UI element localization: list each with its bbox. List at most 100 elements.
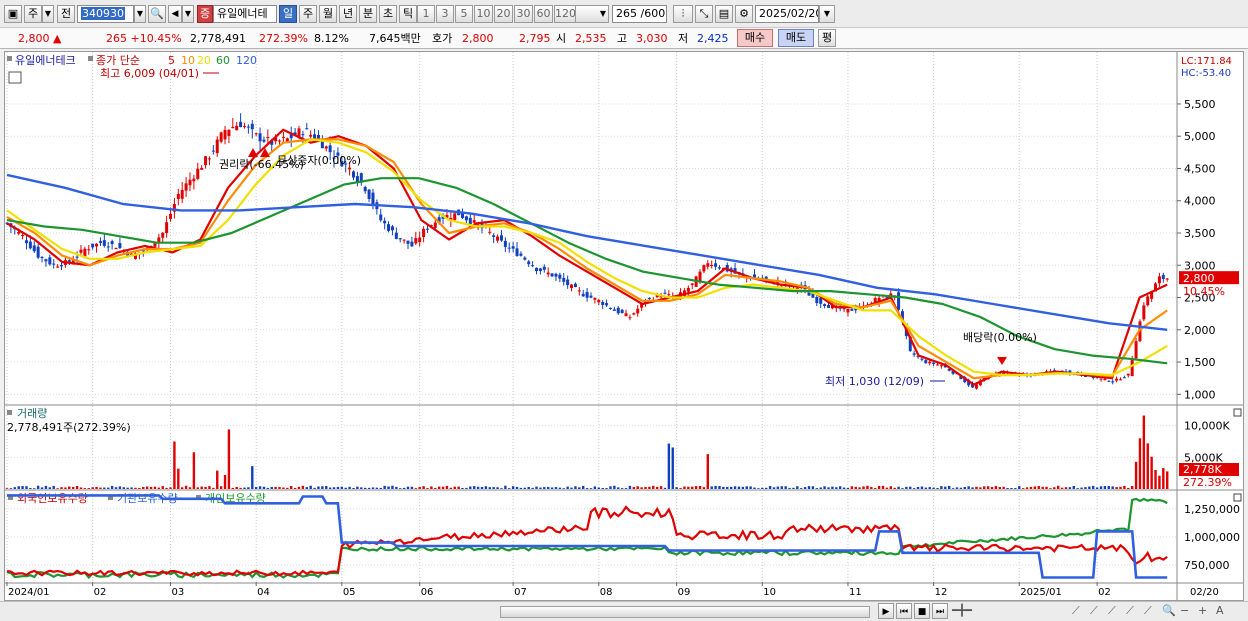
candle-body bbox=[118, 243, 122, 249]
quote-label: 호가 bbox=[432, 32, 453, 45]
candle-body bbox=[266, 137, 270, 139]
interval-button-60[interactable]: 60 bbox=[534, 5, 553, 23]
buy-button[interactable]: 매수 bbox=[737, 29, 773, 47]
speaker-icon[interactable]: ◀ bbox=[168, 5, 182, 23]
volume-bar bbox=[1037, 486, 1040, 489]
candle-body bbox=[56, 266, 60, 268]
stock-code-input[interactable]: 340930 bbox=[77, 5, 134, 23]
period-prefix-dropdown[interactable]: 주 bbox=[24, 5, 42, 23]
candle-body bbox=[566, 279, 570, 286]
candle-body bbox=[464, 216, 468, 221]
candle-body bbox=[348, 167, 352, 170]
volume-bar bbox=[605, 488, 608, 489]
tool-icon-2[interactable]: ⟋ bbox=[1090, 604, 1098, 620]
prev-button[interactable]: 전 bbox=[57, 5, 75, 23]
interval-button-1[interactable]: 1 bbox=[417, 5, 435, 23]
volume-bar bbox=[807, 486, 811, 489]
candle-body bbox=[562, 277, 566, 282]
candle-body bbox=[180, 189, 184, 199]
candle-body bbox=[157, 237, 161, 243]
zoom-slider[interactable]: ━╋━ bbox=[952, 604, 972, 620]
font-icon[interactable]: A bbox=[1216, 604, 1224, 620]
count-display[interactable]: 265 /600 bbox=[612, 5, 667, 23]
chart-menu-icon[interactable]: ▣ bbox=[4, 5, 22, 23]
volume-bar bbox=[1119, 486, 1122, 489]
nav-last-icon[interactable]: ⏭ bbox=[932, 603, 948, 619]
save-icon[interactable]: ▤ bbox=[715, 5, 733, 23]
stock-code-value: 340930 bbox=[81, 7, 125, 20]
volume-bar bbox=[371, 487, 375, 489]
ask-price: 2,800 bbox=[462, 32, 494, 45]
volume-bar bbox=[601, 487, 604, 489]
candle-body bbox=[394, 232, 398, 239]
period-tab-1[interactable]: 주 bbox=[299, 5, 317, 23]
chevron-down-icon[interactable]: ▼ bbox=[182, 5, 194, 23]
volume-bar bbox=[1064, 487, 1068, 489]
eval-button[interactable]: 평 bbox=[818, 29, 836, 47]
candle-body bbox=[1126, 373, 1130, 376]
draw-tool-icon[interactable]: ⤡ bbox=[695, 5, 713, 23]
price-chart-svg[interactable]: 2024/01 02 03 04 05 06 07 08 09 10 11 12 2025/01 02 02… bbox=[5, 52, 1243, 600]
period-tab-5[interactable]: 초 bbox=[379, 5, 397, 23]
interval-button-10[interactable]: 10 bbox=[474, 5, 493, 23]
candle-body bbox=[531, 265, 535, 267]
legend-ma-10: 10 bbox=[181, 54, 195, 67]
plus-icon[interactable]: + bbox=[1198, 604, 1207, 620]
volume-bar bbox=[1045, 486, 1048, 489]
chevron-down-icon[interactable]: ▼ bbox=[819, 5, 835, 23]
interval-button-20[interactable]: 20 bbox=[494, 5, 513, 23]
tool-icon-3[interactable]: ⟋ bbox=[1108, 604, 1116, 620]
chevron-down-icon[interactable]: ▼ bbox=[134, 5, 146, 23]
sell-button[interactable]: 매도 bbox=[778, 29, 814, 47]
zoom-in-icon[interactable]: 🔍 bbox=[1162, 604, 1176, 620]
y-tick-label: 3,500 bbox=[1184, 227, 1216, 240]
dividend-annotation: 배당락(0.00%) bbox=[963, 331, 1037, 344]
nav-first-icon[interactable]: ⏮ bbox=[896, 603, 912, 619]
gear-icon[interactable]: ⚙ bbox=[735, 5, 753, 23]
volume-bar bbox=[827, 487, 830, 489]
date-input[interactable]: 2025/02/20 bbox=[755, 5, 819, 23]
volume-bar bbox=[387, 486, 390, 489]
scroll-thumb[interactable] bbox=[500, 606, 870, 618]
search-icon[interactable]: 🔍 bbox=[148, 5, 166, 23]
candle-body bbox=[616, 307, 620, 314]
candle-body bbox=[897, 292, 901, 310]
volume-bar bbox=[29, 488, 32, 489]
minus-icon[interactable]: − bbox=[1180, 604, 1189, 620]
period-tab-0[interactable]: 일 bbox=[279, 5, 297, 23]
candle-type-icon[interactable]: ⫶ bbox=[673, 5, 693, 23]
holdings-axis-label: 1,250,000 bbox=[1184, 503, 1240, 516]
period-tab-3[interactable]: 년 bbox=[339, 5, 357, 23]
volume-bar bbox=[216, 470, 219, 489]
interval-button-5[interactable]: 5 bbox=[455, 5, 473, 23]
interval-dropdown[interactable]: ▼ bbox=[573, 5, 609, 23]
volume-bar bbox=[1123, 485, 1126, 489]
tool-icon-1[interactable]: ⟋ bbox=[1072, 604, 1080, 620]
volume-bar bbox=[1154, 470, 1157, 489]
chevron-down-icon[interactable]: ▼ bbox=[42, 5, 54, 23]
candle-body bbox=[472, 220, 476, 223]
interval-button-120[interactable]: 120 bbox=[554, 5, 576, 23]
volume-bar bbox=[258, 486, 262, 489]
candle-body bbox=[433, 222, 437, 228]
candle-body bbox=[161, 232, 165, 238]
candle-body bbox=[204, 156, 208, 166]
chart-area[interactable]: 2024/01 02 03 04 05 06 07 08 09 10 11 12 2025/01 02 02… bbox=[4, 51, 1244, 601]
volume-bar bbox=[1018, 486, 1021, 489]
period-tab-4[interactable]: 분 bbox=[359, 5, 377, 23]
nav-stop-icon[interactable]: ■ bbox=[914, 603, 930, 619]
interval-button-30[interactable]: 30 bbox=[514, 5, 533, 23]
tool-icon-5[interactable]: ⟋ bbox=[1144, 604, 1152, 620]
volume-bar bbox=[480, 487, 484, 489]
tool-icon-4[interactable]: ⟋ bbox=[1126, 604, 1134, 620]
nav-right-icon[interactable]: ▶ bbox=[878, 603, 894, 619]
period-tab-6[interactable]: 틱 bbox=[399, 5, 417, 23]
volume-bar bbox=[838, 486, 842, 489]
volume-bar bbox=[262, 486, 266, 489]
x-tick-label: 07 bbox=[514, 587, 527, 598]
stock-name-field[interactable]: 유일에너테 bbox=[213, 5, 277, 23]
period-tab-2[interactable]: 월 bbox=[319, 5, 337, 23]
candle-body bbox=[928, 361, 932, 364]
chart-scrollbar[interactable]: ▶ ⏮ ■ ⏭ ━╋━ ⟋ ⟋ ⟋ ⟋ ⟋ 🔍 − + A bbox=[0, 601, 1248, 621]
interval-button-3[interactable]: 3 bbox=[436, 5, 454, 23]
